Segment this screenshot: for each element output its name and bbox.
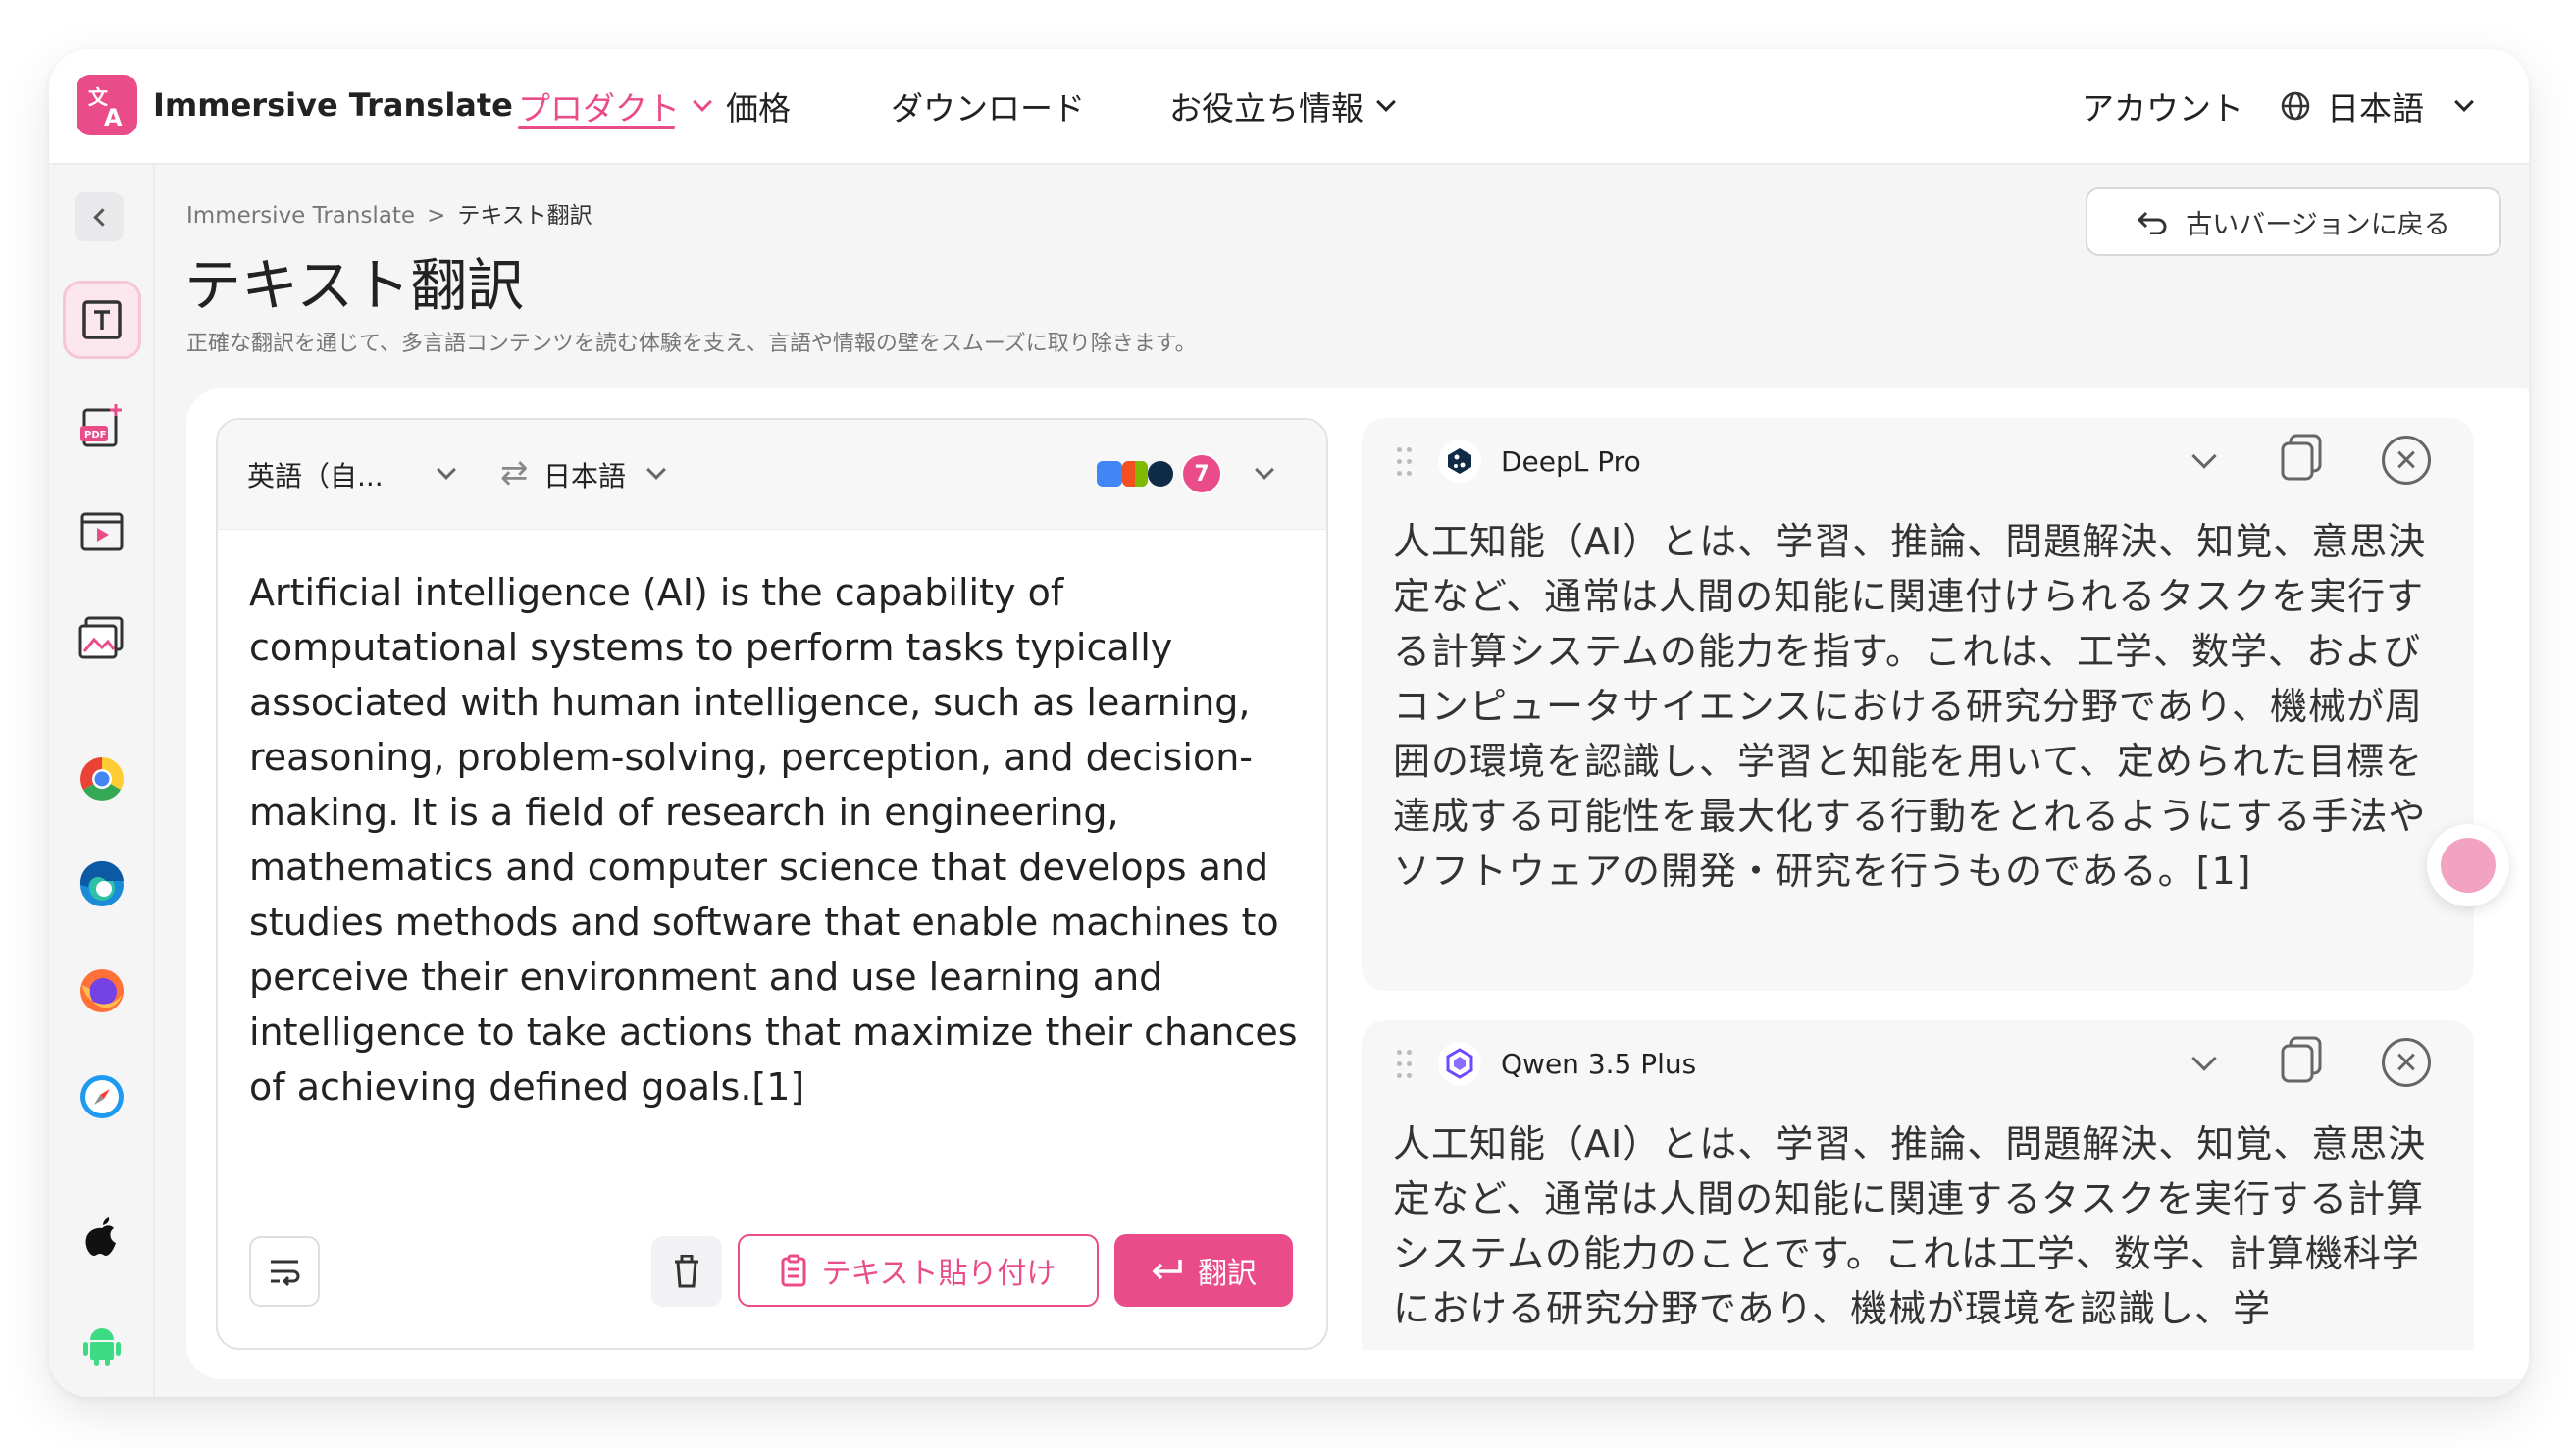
nav-resources-label: お役立ち情報 [1169, 89, 1364, 128]
old-version-button[interactable]: 古いバージョンに戻る [2086, 187, 2501, 256]
swap-languages-icon[interactable]: ⇄ [500, 453, 529, 492]
breadcrumb-home[interactable]: Immersive Translate [186, 203, 415, 229]
source-text-area[interactable]: Artificial intelligence (AI) is the capa… [249, 565, 1299, 1114]
firefox-icon [80, 969, 124, 1012]
engine-name: Qwen 3.5 Plus [1501, 1048, 1697, 1080]
clear-button[interactable] [651, 1236, 722, 1307]
chevron-left-icon [92, 207, 112, 227]
apple-icon [85, 1217, 116, 1256]
pdf-icon: PDF [80, 404, 122, 447]
app-window: 文 A Immersive Translate プロダクト 価格 ダウンロード … [49, 49, 2529, 1397]
sidebar-item-android[interactable] [63, 1305, 141, 1383]
sidebar-item-chrome[interactable] [63, 740, 141, 818]
svg-text:A: A [104, 104, 123, 131]
language-selector[interactable]: 日本語 [2327, 82, 2474, 129]
format-button[interactable] [249, 1236, 320, 1307]
translate-button[interactable]: 翻訳 [1114, 1234, 1293, 1307]
android-icon [83, 1328, 121, 1366]
sidebar-item-image-translate[interactable] [63, 598, 141, 677]
nav-active-underline [518, 126, 675, 129]
nav-pricing[interactable]: 価格 [726, 82, 791, 129]
copy-icon[interactable] [2279, 434, 2324, 483]
trash-icon [675, 1255, 698, 1288]
engine-count-badge: 7 [1181, 453, 1222, 494]
translate-label: 翻訳 [1198, 1257, 1257, 1291]
brand-name[interactable]: Immersive Translate [153, 86, 513, 124]
chevron-down-icon[interactable] [2191, 1046, 2217, 1071]
source-panel: 英語（自... ⇄ 日本語 7 Artificial intelligence … [216, 418, 1328, 1350]
text-wrap-icon [271, 1260, 300, 1286]
return-arrow-icon [2138, 211, 2167, 234]
result-panel-qwen: Qwen 3.5 Plus 人工知能（AI）とは、学習、推論、問題解決、知覚、意… [1362, 1020, 2474, 1350]
enter-icon [1152, 1260, 1182, 1280]
result-panel-deepl: DeepL Pro 人工知能（AI）とは、学習、推論、問題解決、知覚、意思決定な… [1362, 418, 2474, 991]
old-version-label: 古いバージョンに戻る [2186, 209, 2450, 240]
copy-icon[interactable] [2279, 1036, 2324, 1085]
clipboard-icon [781, 1254, 806, 1287]
sidebar-item-text-translate[interactable] [63, 281, 141, 359]
microsoft-icon [1122, 461, 1148, 487]
nav-pricing-label: 価格 [726, 89, 791, 128]
sidebar-item-safari[interactable] [63, 1058, 141, 1136]
drag-handle-icon[interactable] [1397, 1050, 1415, 1079]
breadcrumb-current: テキスト翻訳 [457, 203, 592, 229]
chevron-down-icon[interactable] [646, 460, 666, 480]
chevron-down-icon[interactable] [1255, 460, 1274, 480]
sidebar-item-video-translate[interactable] [63, 492, 141, 571]
drag-handle-icon[interactable] [1397, 447, 1415, 477]
close-icon[interactable] [2382, 1038, 2431, 1087]
paste-text-label: テキスト貼り付け [821, 1257, 1056, 1291]
safari-icon [80, 1075, 124, 1118]
translation-text: 人工知能（AI）とは、学習、推論、問題解決、知覚、意思決定など、通常は人間の知能… [1393, 1122, 2427, 1330]
nav-product[interactable]: プロダクト [518, 82, 712, 129]
sidebar-item-firefox[interactable] [63, 952, 141, 1030]
floating-translate-button[interactable] [2427, 824, 2509, 906]
top-nav: 文 A Immersive Translate プロダクト 価格 ダウンロード … [49, 49, 2529, 165]
translation-card: 英語（自... ⇄ 日本語 7 Artificial intelligence … [186, 388, 2529, 1379]
sidebar-item-edge[interactable] [63, 846, 141, 924]
target-language-select[interactable]: 日本語 [543, 455, 626, 494]
translation-text: 人工知能（AI）とは、学習、推論、問題解決、知覚、意思決定など、通常は人間の知能… [1393, 520, 2427, 893]
deepl-icon [1438, 440, 1481, 483]
breadcrumb: Immersive Translate > テキスト翻訳 [186, 196, 592, 230]
sidebar-item-apple[interactable] [63, 1199, 141, 1277]
nav-product-label: プロダクト [518, 89, 680, 128]
sidebar-collapse-button[interactable] [75, 192, 124, 241]
google-translate-icon [1097, 461, 1122, 487]
sidebar-item-pdf-translate[interactable]: PDF [63, 387, 141, 465]
nav-download-label: ダウンロード [891, 89, 1085, 128]
immersive-translate-float-icon [2441, 838, 2496, 893]
edge-icon [79, 860, 124, 906]
language-selector-label: 日本語 [2327, 89, 2424, 128]
page-subtitle: 正確な翻訳を通じて、多言語コンテンツを読む体験を支え、言語や情報の壁をスムーズに… [186, 332, 1197, 356]
nav-account[interactable]: アカウント [2082, 82, 2243, 129]
close-icon[interactable] [2382, 436, 2431, 485]
chevron-down-icon[interactable] [437, 460, 456, 480]
page-title: テキスト翻訳 [184, 252, 525, 319]
breadcrumb-separator: > [427, 203, 446, 229]
immersive-translate-logo-icon[interactable]: 文 A [77, 75, 137, 135]
engine-selector[interactable]: 7 [1097, 453, 1224, 494]
source-language-select[interactable]: 英語（自... [247, 455, 384, 494]
video-icon [80, 512, 124, 551]
paste-text-button[interactable]: テキスト貼り付け [738, 1234, 1099, 1307]
chevron-down-icon[interactable] [2191, 443, 2217, 469]
nav-account-label: アカウント [2082, 89, 2243, 128]
qwen-icon [1438, 1042, 1481, 1085]
chrome-icon [80, 757, 124, 801]
text-t-icon [82, 300, 122, 339]
chevron-down-icon [2454, 92, 2474, 112]
engine-name: DeepL Pro [1501, 445, 1641, 478]
svg-text:PDF: PDF [84, 430, 106, 440]
chevron-down-icon [1376, 92, 1396, 112]
sidebar: PDF [49, 165, 155, 1397]
chevron-down-icon [693, 92, 712, 112]
nav-download[interactable]: ダウンロード [891, 82, 1085, 129]
source-toolbar: 英語（自... ⇄ 日本語 7 [218, 420, 1326, 530]
nav-resources[interactable]: お役立ち情報 [1169, 82, 1396, 129]
image-icon [78, 616, 124, 659]
globe-icon [2281, 91, 2310, 121]
deepl-icon [1148, 461, 1173, 487]
